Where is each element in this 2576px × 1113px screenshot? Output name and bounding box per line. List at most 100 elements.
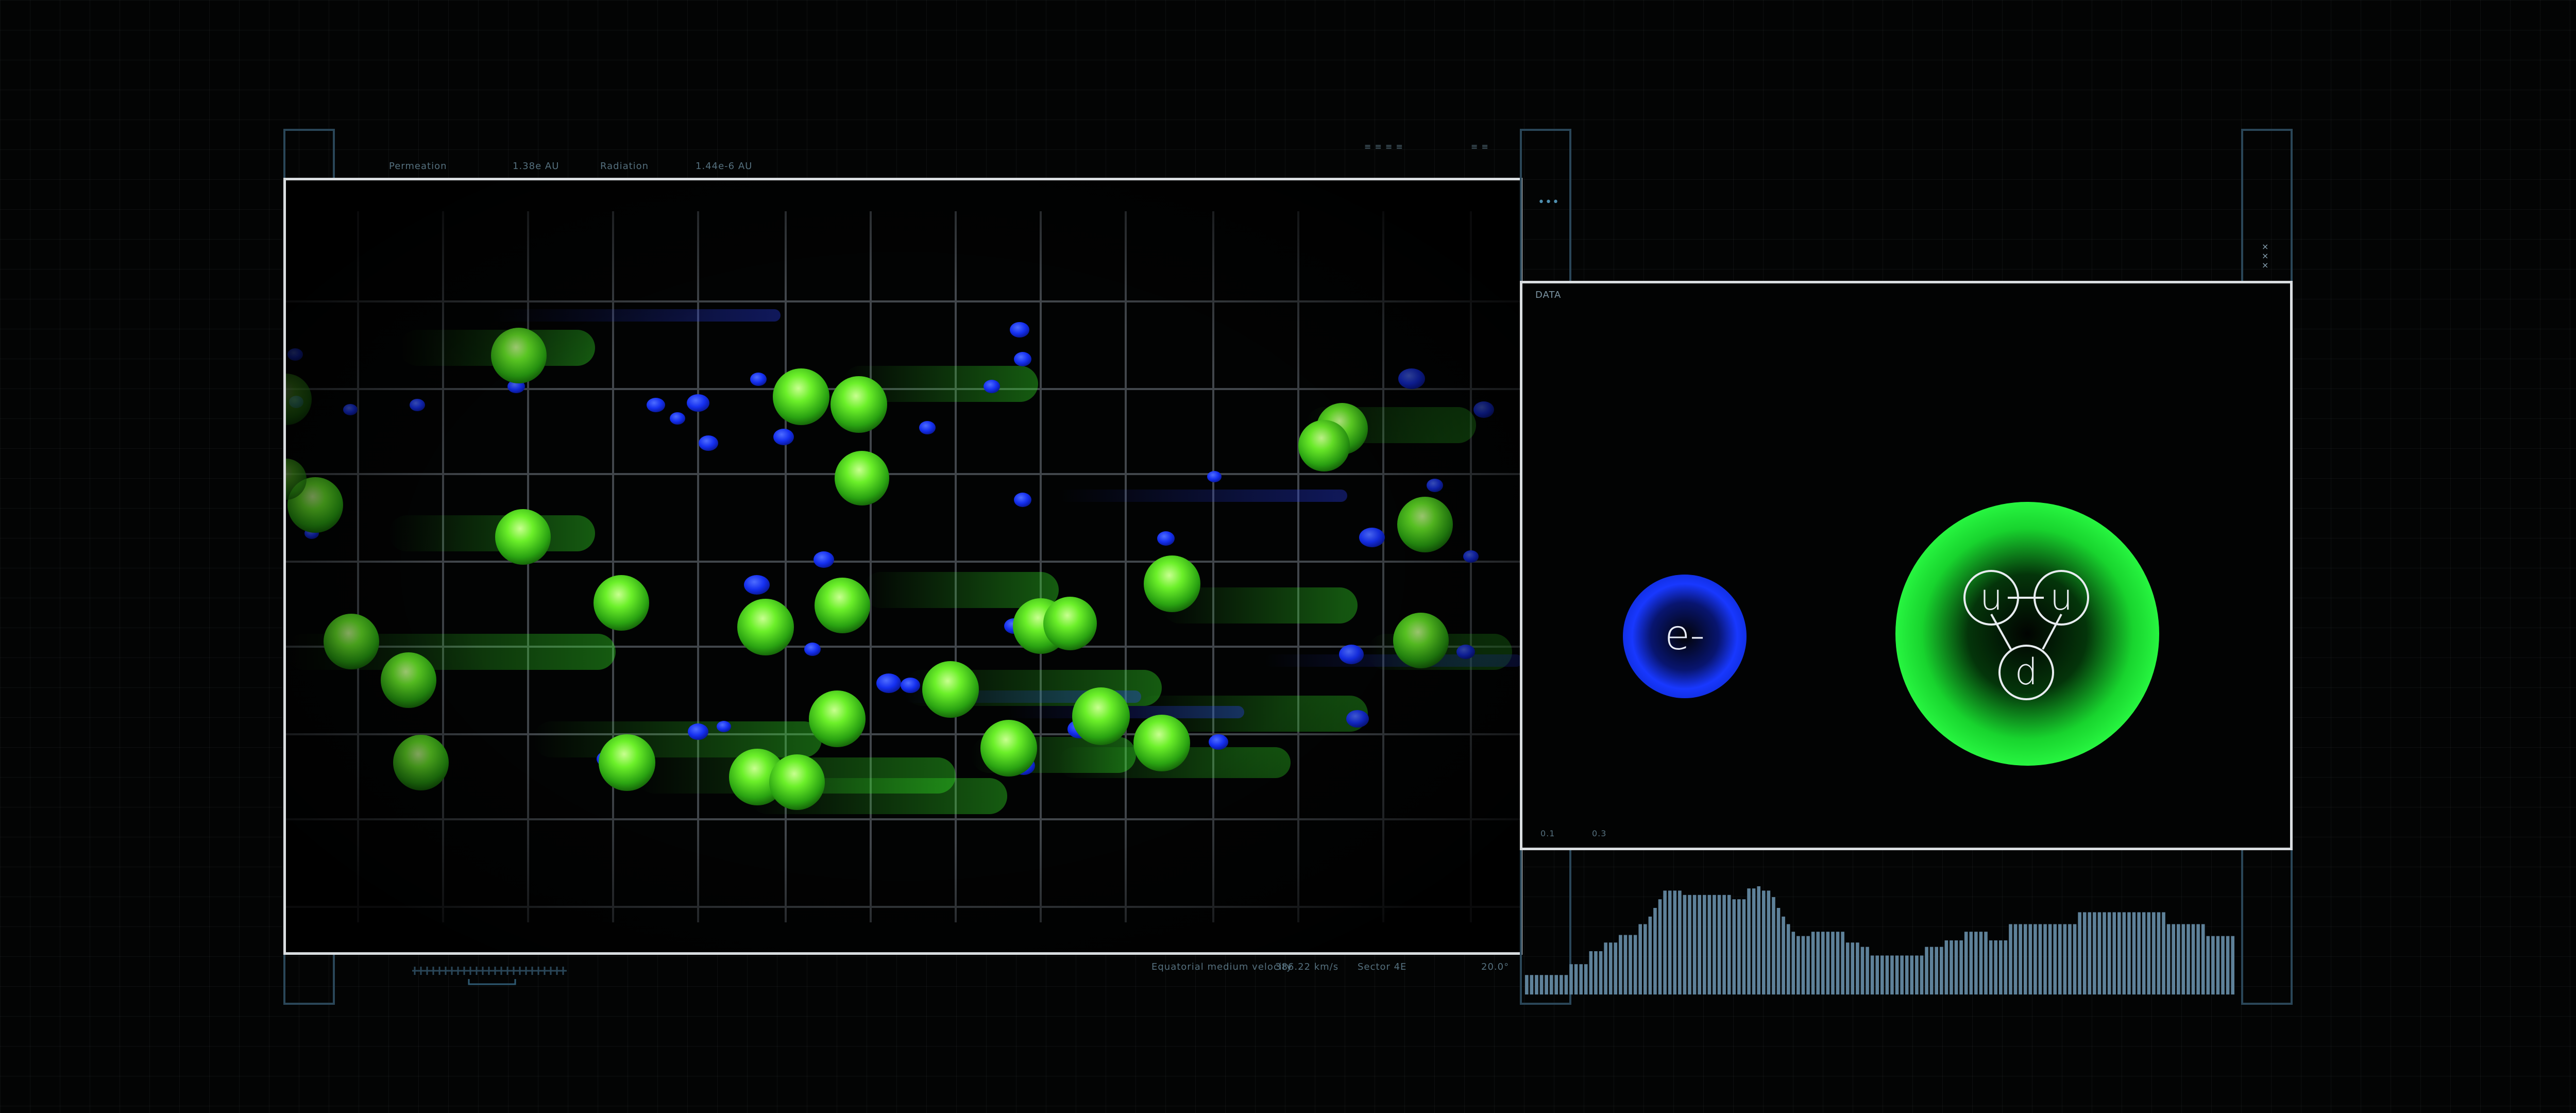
histogram-bar [2103, 912, 2106, 994]
histogram-bar [1841, 932, 1844, 994]
histogram-bar [1762, 890, 1766, 994]
histogram-bar [1776, 908, 1781, 994]
label-sector: Sector 4E [1358, 962, 1407, 972]
histogram-bar [1673, 890, 1677, 994]
histogram-bar [1707, 895, 1711, 994]
histogram-bar [1944, 940, 1948, 994]
histogram-bar [1757, 886, 1760, 994]
right-tab-marks[interactable]: × × × [2262, 242, 2272, 270]
histogram-bar [1950, 940, 1953, 994]
histogram-bar [1821, 932, 1825, 994]
quark-d: d [2015, 651, 2038, 693]
histogram-bar [1713, 895, 1716, 994]
histogram-bar [1866, 947, 1869, 994]
label-permeation: Permeation [389, 161, 447, 172]
histogram-bar [1979, 932, 1983, 994]
label-angle: 20.0° [1481, 962, 1510, 972]
histogram-bar [1737, 899, 1741, 994]
histogram-bar [1900, 955, 1904, 994]
histogram-bar [2122, 912, 2126, 994]
histogram-bar [1608, 942, 1613, 994]
histogram-bar [1629, 935, 1632, 994]
histogram-bar [2196, 924, 2200, 994]
histogram-bar [1554, 975, 1558, 994]
histogram-bar [1801, 936, 1805, 994]
histogram-bar [1688, 895, 1691, 994]
histogram-bar [2013, 924, 2018, 994]
histogram-bar [2191, 924, 2195, 994]
histogram-bar [2162, 912, 2165, 994]
histogram-bar [1905, 955, 1909, 994]
histogram-bar [1658, 899, 1662, 994]
proton-symbol[interactable]: u u d [1893, 500, 2161, 768]
histogram-bar [1959, 940, 1963, 994]
histogram-bar [1870, 955, 1874, 994]
histogram-bar [1782, 916, 1785, 994]
histogram-bar [1549, 975, 1553, 994]
histogram-bar [1727, 895, 1731, 994]
simulation-frame[interactable] [283, 178, 1522, 955]
data-tick-1: 0.1 [1540, 829, 1555, 838]
histogram-bar [2068, 924, 2072, 994]
histogram-bar [1747, 888, 1751, 994]
histogram-bar [1604, 942, 1607, 994]
histogram-bar [1806, 936, 1810, 994]
histogram-bar [1663, 890, 1667, 994]
histogram-bar [2157, 912, 2161, 994]
histogram-bar [1797, 936, 1800, 994]
histogram-bar [1999, 940, 2003, 994]
quark-u2: u [2050, 576, 2073, 618]
histogram-bar [1915, 955, 1919, 994]
top-right-code-1: ≡ ≡ ≡ ≡ [1364, 142, 1403, 151]
histogram-bar [1703, 895, 1706, 994]
histogram-bar [2166, 924, 2171, 994]
histogram-bar [2058, 924, 2062, 994]
histogram-bar [1816, 932, 1820, 994]
histogram-bar [1732, 899, 1736, 994]
histogram-bar [2226, 936, 2230, 994]
histogram-bar [1722, 895, 1726, 994]
particle-simulation[interactable] [286, 180, 1520, 952]
histogram-bar [1989, 940, 1993, 994]
horizontal-scale-icon[interactable] [412, 964, 572, 989]
histogram-bar [1920, 955, 1924, 994]
histogram-bar [1594, 951, 1598, 994]
histogram-bar [1994, 940, 1997, 994]
histogram-bar [2023, 924, 2027, 994]
histogram-bar [2082, 912, 2087, 994]
label-equatorial-velocity: Equatorial medium velocity [1151, 962, 1293, 972]
histogram-bar [2201, 924, 2205, 994]
histogram-bar [1875, 955, 1879, 994]
histogram-bar [1648, 916, 1652, 994]
label-radiation-value: 1.44e-6 AU [696, 161, 753, 172]
histogram-bar [2088, 912, 2092, 994]
histogram-bar [2177, 924, 2180, 994]
histogram-bar [1964, 932, 1968, 994]
histogram-bar [1623, 935, 1628, 994]
histogram-bar [2009, 924, 2012, 994]
histogram-bar [1969, 932, 1973, 994]
histogram-bar [1539, 975, 1544, 994]
histogram-bar [2152, 912, 2156, 994]
label-radiation: Radiation [600, 161, 649, 172]
histogram-bar [1535, 975, 1538, 994]
histogram-bar [1668, 890, 1672, 994]
mid-tab-dots[interactable]: ••• [1538, 196, 1560, 209]
electron-symbol[interactable]: e- [1618, 569, 1752, 703]
histogram-chart[interactable] [1525, 876, 2236, 994]
top-right-code-2: ≡ ≡ [1471, 142, 1489, 151]
histogram-bar [1851, 942, 1855, 994]
histogram-bar [1860, 947, 1865, 994]
histogram-bar [1614, 942, 1618, 994]
histogram-bar [1895, 955, 1899, 994]
quark-u1: u [1980, 576, 2003, 618]
histogram-bar [1633, 935, 1637, 994]
histogram-bar [1599, 951, 1603, 994]
histogram-bar [2004, 940, 2008, 994]
histogram-bar [1530, 975, 1534, 994]
histogram-bar [1831, 932, 1835, 994]
histogram-bar [1653, 908, 1657, 994]
histogram-bar [2127, 912, 2131, 994]
histogram-bar [2221, 936, 2225, 994]
histogram-bar [1984, 932, 1988, 994]
